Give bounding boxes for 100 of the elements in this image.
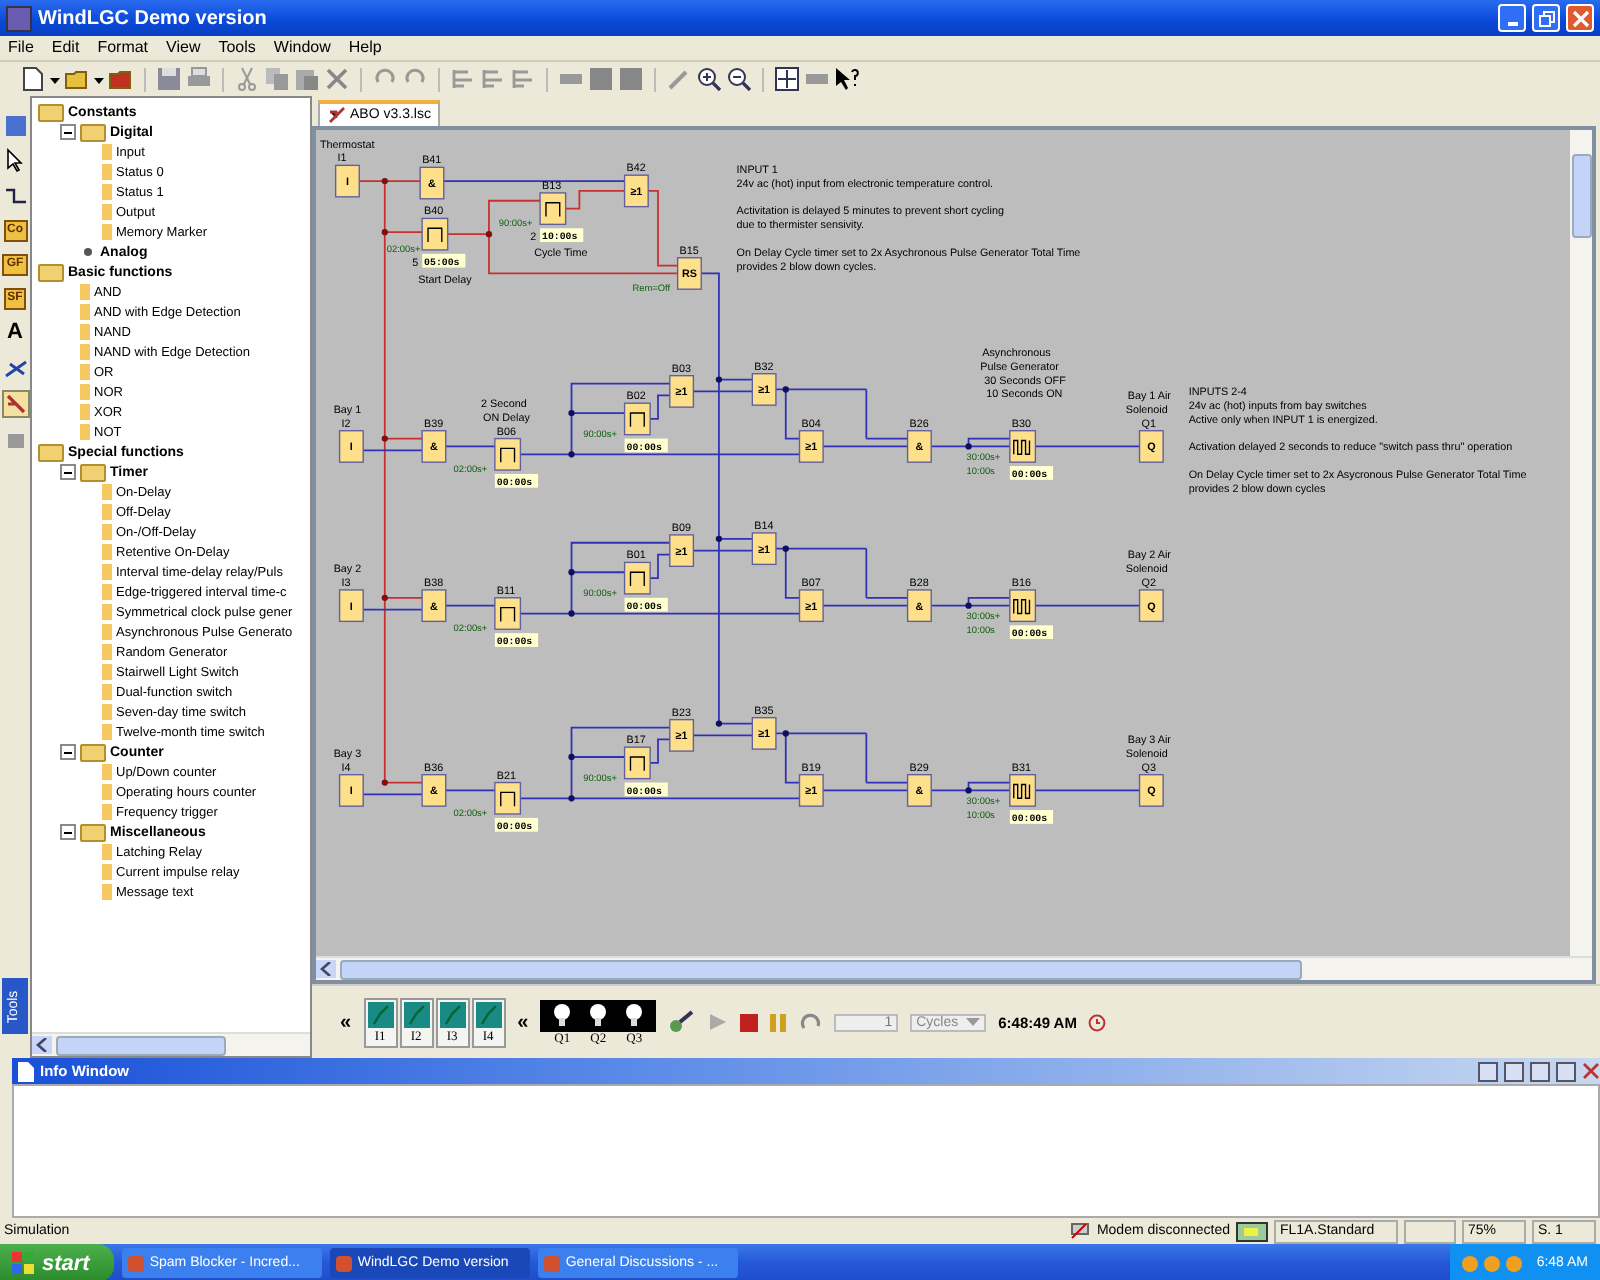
junction-dot — [568, 569, 575, 576]
menu-item[interactable]: Help — [348, 38, 382, 58]
open-folder-icon[interactable] — [64, 66, 90, 92]
document-icon — [18, 1061, 34, 1081]
junction-dot — [782, 730, 789, 737]
paste-icon[interactable] — [294, 66, 320, 92]
junction-dot — [715, 376, 723, 383]
wire — [692, 734, 754, 737]
folder-icon — [80, 743, 106, 761]
scroll-left-button[interactable] — [316, 960, 336, 978]
stop-icon[interactable] — [740, 1013, 759, 1031]
menu-item[interactable]: Edit — [51, 38, 80, 58]
junction-dot — [715, 720, 723, 727]
pulse-generator-block[interactable] — [1009, 774, 1037, 807]
wire — [822, 604, 909, 607]
menu-item[interactable]: Format — [97, 38, 149, 58]
junction-dot — [381, 229, 388, 236]
junction-dot — [715, 535, 723, 542]
timer-block[interactable] — [421, 217, 449, 251]
folder-icon — [38, 443, 64, 461]
junction-dot — [381, 594, 388, 601]
collapse-icon[interactable] — [60, 744, 76, 760]
window-title: WindLGC Demo version — [38, 7, 267, 29]
arrow-cursor-icon[interactable] — [3, 148, 27, 172]
windows-logo-icon — [12, 1252, 34, 1274]
clock-icon[interactable] — [1088, 1013, 1107, 1031]
timer-block[interactable] — [539, 192, 567, 226]
close-icon — [1571, 9, 1589, 27]
collapse-inputs-button[interactable]: « — [340, 1011, 352, 1033]
text-tool-button[interactable]: A — [7, 322, 23, 344]
junction-dot — [568, 451, 575, 458]
horizontal-scrollbar[interactable] — [32, 1032, 310, 1056]
restore-icon — [1537, 9, 1555, 27]
caret-icon — [966, 1017, 981, 1027]
collapse-icon[interactable] — [60, 464, 76, 480]
minimize-icon — [1507, 21, 1517, 25]
restore-button[interactable] — [1532, 4, 1560, 32]
delete-icon[interactable] — [324, 66, 350, 92]
junction-dot — [381, 435, 388, 442]
zoom-in-icon[interactable] — [696, 66, 722, 92]
timer-block[interactable] — [623, 746, 651, 780]
zoom-out-icon[interactable] — [726, 66, 752, 92]
wire — [360, 793, 424, 796]
menu-item[interactable]: File — [8, 38, 34, 58]
folder-icon[interactable] — [108, 66, 134, 92]
junction-dot — [568, 795, 575, 802]
start-button[interactable]: start — [0, 1244, 114, 1280]
close-button[interactable] — [1566, 4, 1594, 32]
wire — [444, 789, 496, 792]
wire — [444, 604, 496, 607]
minimize-button[interactable] — [1498, 4, 1526, 32]
junction-dot — [381, 177, 388, 185]
light-bulb-icon — [624, 1001, 645, 1029]
repeat-icon[interactable] — [800, 1012, 823, 1032]
pulse-generator-block[interactable] — [1009, 589, 1037, 623]
bullet-icon — [84, 248, 92, 256]
diagram-canvas[interactable] — [316, 130, 1570, 956]
junction-dot — [568, 610, 575, 617]
collapse-icon[interactable] — [60, 824, 76, 840]
junction-dot — [965, 602, 972, 609]
horizontal-scrollbar[interactable] — [316, 956, 1592, 980]
wiring-tool-icon[interactable] — [3, 392, 27, 416]
timer-block[interactable] — [623, 561, 651, 595]
folder-icon — [80, 823, 106, 841]
junction-dot — [568, 753, 575, 761]
help-pointer-icon[interactable] — [834, 66, 860, 92]
vertical-scrollbar[interactable] — [1570, 130, 1592, 956]
device-icon — [1236, 1221, 1268, 1241]
wire — [1034, 445, 1141, 448]
timer-block[interactable] — [623, 402, 651, 436]
plug-icon[interactable] — [668, 1010, 697, 1034]
fit-icon[interactable] — [774, 66, 800, 92]
pointer-tool-icon[interactable] — [5, 116, 25, 136]
status-pane — [1404, 1219, 1456, 1243]
folder-icon — [80, 123, 106, 141]
scroll-left-button[interactable] — [32, 1036, 52, 1054]
wire — [1034, 789, 1141, 792]
junction-dot — [568, 409, 575, 417]
new-document-icon[interactable] — [20, 66, 46, 92]
connector-tool-icon[interactable] — [3, 184, 27, 208]
collapse-outputs-button[interactable]: « — [517, 1011, 529, 1033]
light-bulb-icon — [552, 1001, 573, 1029]
collapse-icon[interactable] — [60, 124, 76, 140]
junction-dot — [782, 545, 789, 552]
menu-item[interactable]: View — [166, 38, 201, 58]
timer-block[interactable] — [494, 437, 522, 471]
folder-icon — [38, 263, 64, 281]
timer-block[interactable] — [494, 597, 522, 630]
menu-item[interactable]: Window — [273, 38, 331, 58]
timer-block[interactable] — [494, 781, 522, 815]
junction-dot — [381, 779, 388, 786]
close-icon[interactable] — [1582, 1062, 1600, 1080]
folder-icon — [80, 463, 106, 481]
folder-icon — [38, 103, 64, 121]
maximize-icon[interactable] — [1556, 1061, 1576, 1081]
app-icon — [6, 5, 32, 31]
save-icon[interactable] — [156, 66, 182, 92]
menu-item[interactable]: Tools — [218, 38, 256, 58]
pulse-generator-block[interactable] — [1009, 430, 1037, 463]
wire — [564, 190, 626, 210]
